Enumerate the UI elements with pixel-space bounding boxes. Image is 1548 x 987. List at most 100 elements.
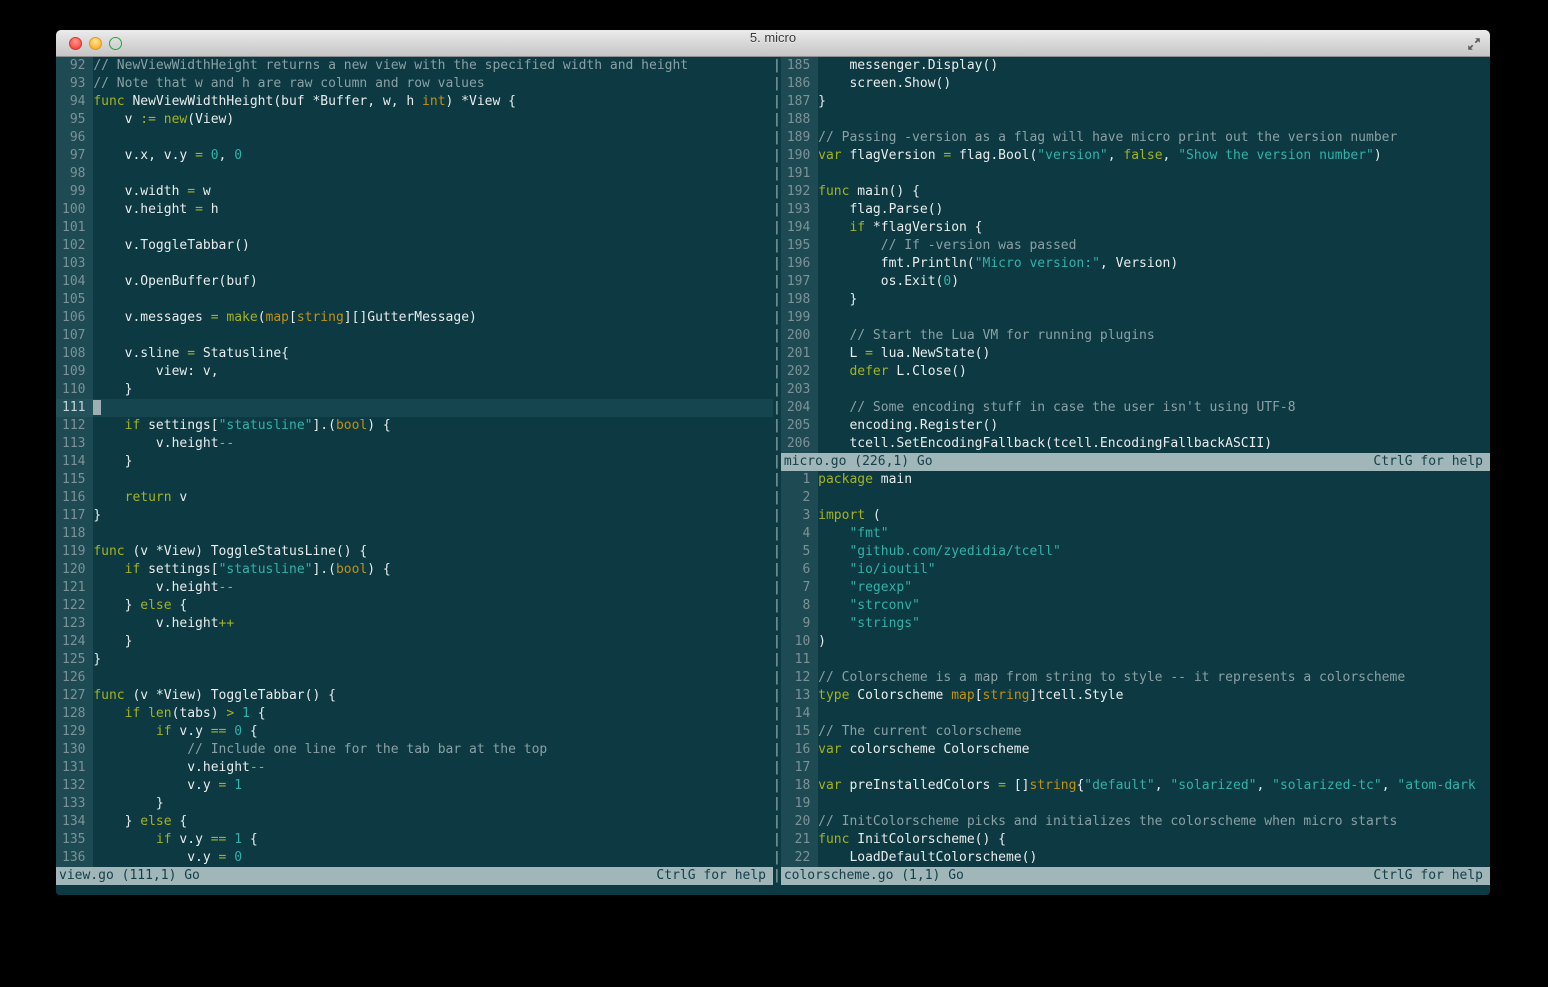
code-line[interactable]: | 15 // The current colorscheme — [773, 723, 1490, 741]
code-line[interactable]: 123 v.height++ — [56, 615, 773, 633]
code-line[interactable]: 92 // NewViewWidthHeight returns a new v… — [56, 57, 773, 75]
code-line[interactable]: 108 v.sline = Statusline{ — [56, 345, 773, 363]
code-line[interactable]: | 195 // If -version was passed — [773, 237, 1490, 255]
window-title: 5. micro — [749, 30, 797, 45]
code-line[interactable]: | 206 tcell.SetEncodingFallback(tcell.Enc… — [773, 435, 1490, 453]
code-line[interactable]: 121 v.height-- — [56, 579, 773, 597]
code-line[interactable]: | 8 "strconv" — [773, 597, 1490, 615]
code-line[interactable]: 115 — [56, 471, 773, 489]
code-line[interactable]: 96 — [56, 129, 773, 147]
code-line[interactable]: 105 — [56, 291, 773, 309]
code-line[interactable]: | 190 var flagVersion = flag.Bool("versio… — [773, 147, 1490, 165]
code-line[interactable]: | 193 flag.Parse() — [773, 201, 1490, 219]
code-line[interactable]: | 185 messenger.Display() — [773, 57, 1490, 75]
code-line[interactable]: | 197 os.Exit(0) — [773, 273, 1490, 291]
code-line[interactable]: | 187 } — [773, 93, 1490, 111]
code-line[interactable]: | 204 // Some encoding stuff in case the … — [773, 399, 1490, 417]
code-line[interactable]: | 9 "strings" — [773, 615, 1490, 633]
line-number: 110 — [56, 381, 94, 399]
code-line[interactable]: 135 if v.y == 1 { — [56, 831, 773, 849]
code-line[interactable]: 112 if settings["statusline"].(bool) { — [56, 417, 773, 435]
code-line[interactable]: 100 v.height = h — [56, 201, 773, 219]
code-line[interactable]: | 20 // InitColorscheme picks and initia… — [773, 813, 1490, 831]
code-line[interactable]: 134 } else { — [56, 813, 773, 831]
code-line[interactable]: | 202 defer L.Close() — [773, 363, 1490, 381]
code-line[interactable]: 109 view: v, — [56, 363, 773, 381]
code-text: // If -version was passed — [818, 238, 1077, 253]
expand-arrows-icon[interactable] — [1467, 37, 1481, 51]
code-line[interactable]: | 17 — [773, 759, 1490, 777]
code-line[interactable]: | 16 var colorscheme Colorscheme — [773, 741, 1490, 759]
code-text: // Note that w and h are raw column and … — [93, 76, 484, 91]
code-line[interactable]: 97 v.x, v.y = 0, 0 — [56, 147, 773, 165]
code-token: func — [818, 832, 850, 847]
line-number: 104 — [56, 273, 94, 291]
code-line[interactable]: | 194 if *flagVersion { — [773, 219, 1490, 237]
code-line[interactable]: 118 — [56, 525, 773, 543]
code-line[interactable]: 124 } — [56, 633, 773, 651]
code-line[interactable]: 104 v.OpenBuffer(buf) — [56, 273, 773, 291]
code-line[interactable]: | 5 "github.com/zyedidia/tcell" — [773, 543, 1490, 561]
code-line[interactable]: | 18 var preInstalledColors = []string{"… — [773, 777, 1490, 795]
code-line[interactable]: | 4 "fmt" — [773, 525, 1490, 543]
code-line[interactable]: | 192 func main() { — [773, 183, 1490, 201]
code-line[interactable]: | 22 LoadDefaultColorscheme() — [773, 849, 1490, 867]
code-token: settings[ — [140, 562, 219, 577]
code-line[interactable]: 117 } — [56, 507, 773, 525]
code-line[interactable]: | 10 ) — [773, 633, 1490, 651]
code-line[interactable]: 103 — [56, 255, 773, 273]
code-line[interactable]: 93 // Note that w and h are raw column a… — [56, 75, 773, 93]
code-line[interactable]: | 188 — [773, 111, 1490, 129]
code-line[interactable]: | 14 — [773, 705, 1490, 723]
code-line[interactable]: 128 if len(tabs) > 1 { — [56, 705, 773, 723]
code-line[interactable]: 119 func (v *View) ToggleStatusLine() { — [56, 543, 773, 561]
code-line[interactable]: | 191 — [773, 165, 1490, 183]
code-line[interactable]: | 11 — [773, 651, 1490, 669]
code-line[interactable]: | 7 "regexp" — [773, 579, 1490, 597]
code-line[interactable]: | 189 // Passing -version as a flag will … — [773, 129, 1490, 147]
code-line[interactable]: 110 } — [56, 381, 773, 399]
code-line[interactable]: 122 } else { — [56, 597, 773, 615]
code-line[interactable]: 99 v.width = w — [56, 183, 773, 201]
code-line[interactable]: | 203 — [773, 381, 1490, 399]
code-line[interactable]: 102 v.ToggleTabbar() — [56, 237, 773, 255]
code-line[interactable]: | 198 } — [773, 291, 1490, 309]
code-line[interactable]: 98 — [56, 165, 773, 183]
code-line[interactable]: | 13 type Colorscheme map[string]tcell.S… — [773, 687, 1490, 705]
code-line[interactable]: | 186 screen.Show() — [773, 75, 1490, 93]
code-line[interactable]: 131 v.height-- — [56, 759, 773, 777]
code-line[interactable]: 126 — [56, 669, 773, 687]
code-line[interactable]: 132 v.y = 1 — [56, 777, 773, 795]
code-line[interactable]: 125 } — [56, 651, 773, 669]
code-line[interactable]: 95 v := new(View) — [56, 111, 773, 129]
code-line[interactable]: 101 — [56, 219, 773, 237]
code-line[interactable]: | 201 L = lua.NewState() — [773, 345, 1490, 363]
code-token: v.height — [93, 580, 219, 595]
code-line[interactable]: 129 if v.y == 0 { — [56, 723, 773, 741]
line-number: 192 — [780, 183, 819, 201]
code-line[interactable]: 113 v.height-- — [56, 435, 773, 453]
code-line[interactable]: 130 // Include one line for the tab bar … — [56, 741, 773, 759]
code-line[interactable]: 133 } — [56, 795, 773, 813]
code-line[interactable]: 116 return v — [56, 489, 773, 507]
code-line[interactable]: 107 — [56, 327, 773, 345]
code-line[interactable]: | 205 encoding.Register() — [773, 417, 1490, 435]
code-line[interactable]: 114 } — [56, 453, 773, 471]
code-line[interactable]: | 19 — [773, 795, 1490, 813]
code-line[interactable]: | 200 // Start the Lua VM for running plu… — [773, 327, 1490, 345]
code-line[interactable]: 136 v.y = 0 — [56, 849, 773, 867]
code-line[interactable]: | 199 — [773, 309, 1490, 327]
code-line[interactable]: | 3 import ( — [773, 507, 1490, 525]
titlebar[interactable]: 5. micro — [56, 30, 1490, 57]
code-line[interactable]: | 12 // Colorscheme is a map from string… — [773, 669, 1490, 687]
code-line[interactable]: | 2 — [773, 489, 1490, 507]
code-line[interactable]: 120 if settings["statusline"].(bool) { — [56, 561, 773, 579]
code-line[interactable]: | 6 "io/ioutil" — [773, 561, 1490, 579]
code-line[interactable]: 106 v.messages = make(map[string][]Gutte… — [56, 309, 773, 327]
code-line[interactable]: | 1 package main — [773, 471, 1490, 489]
code-line[interactable]: 111 — [56, 399, 773, 417]
code-line[interactable]: 94 func NewViewWidthHeight(buf *Buffer, … — [56, 93, 773, 111]
code-line[interactable]: | 196 fmt.Println("Micro version:", Versi… — [773, 255, 1490, 273]
code-line[interactable]: | 21 func InitColorscheme() { — [773, 831, 1490, 849]
code-line[interactable]: 127 func (v *View) ToggleTabbar() { — [56, 687, 773, 705]
